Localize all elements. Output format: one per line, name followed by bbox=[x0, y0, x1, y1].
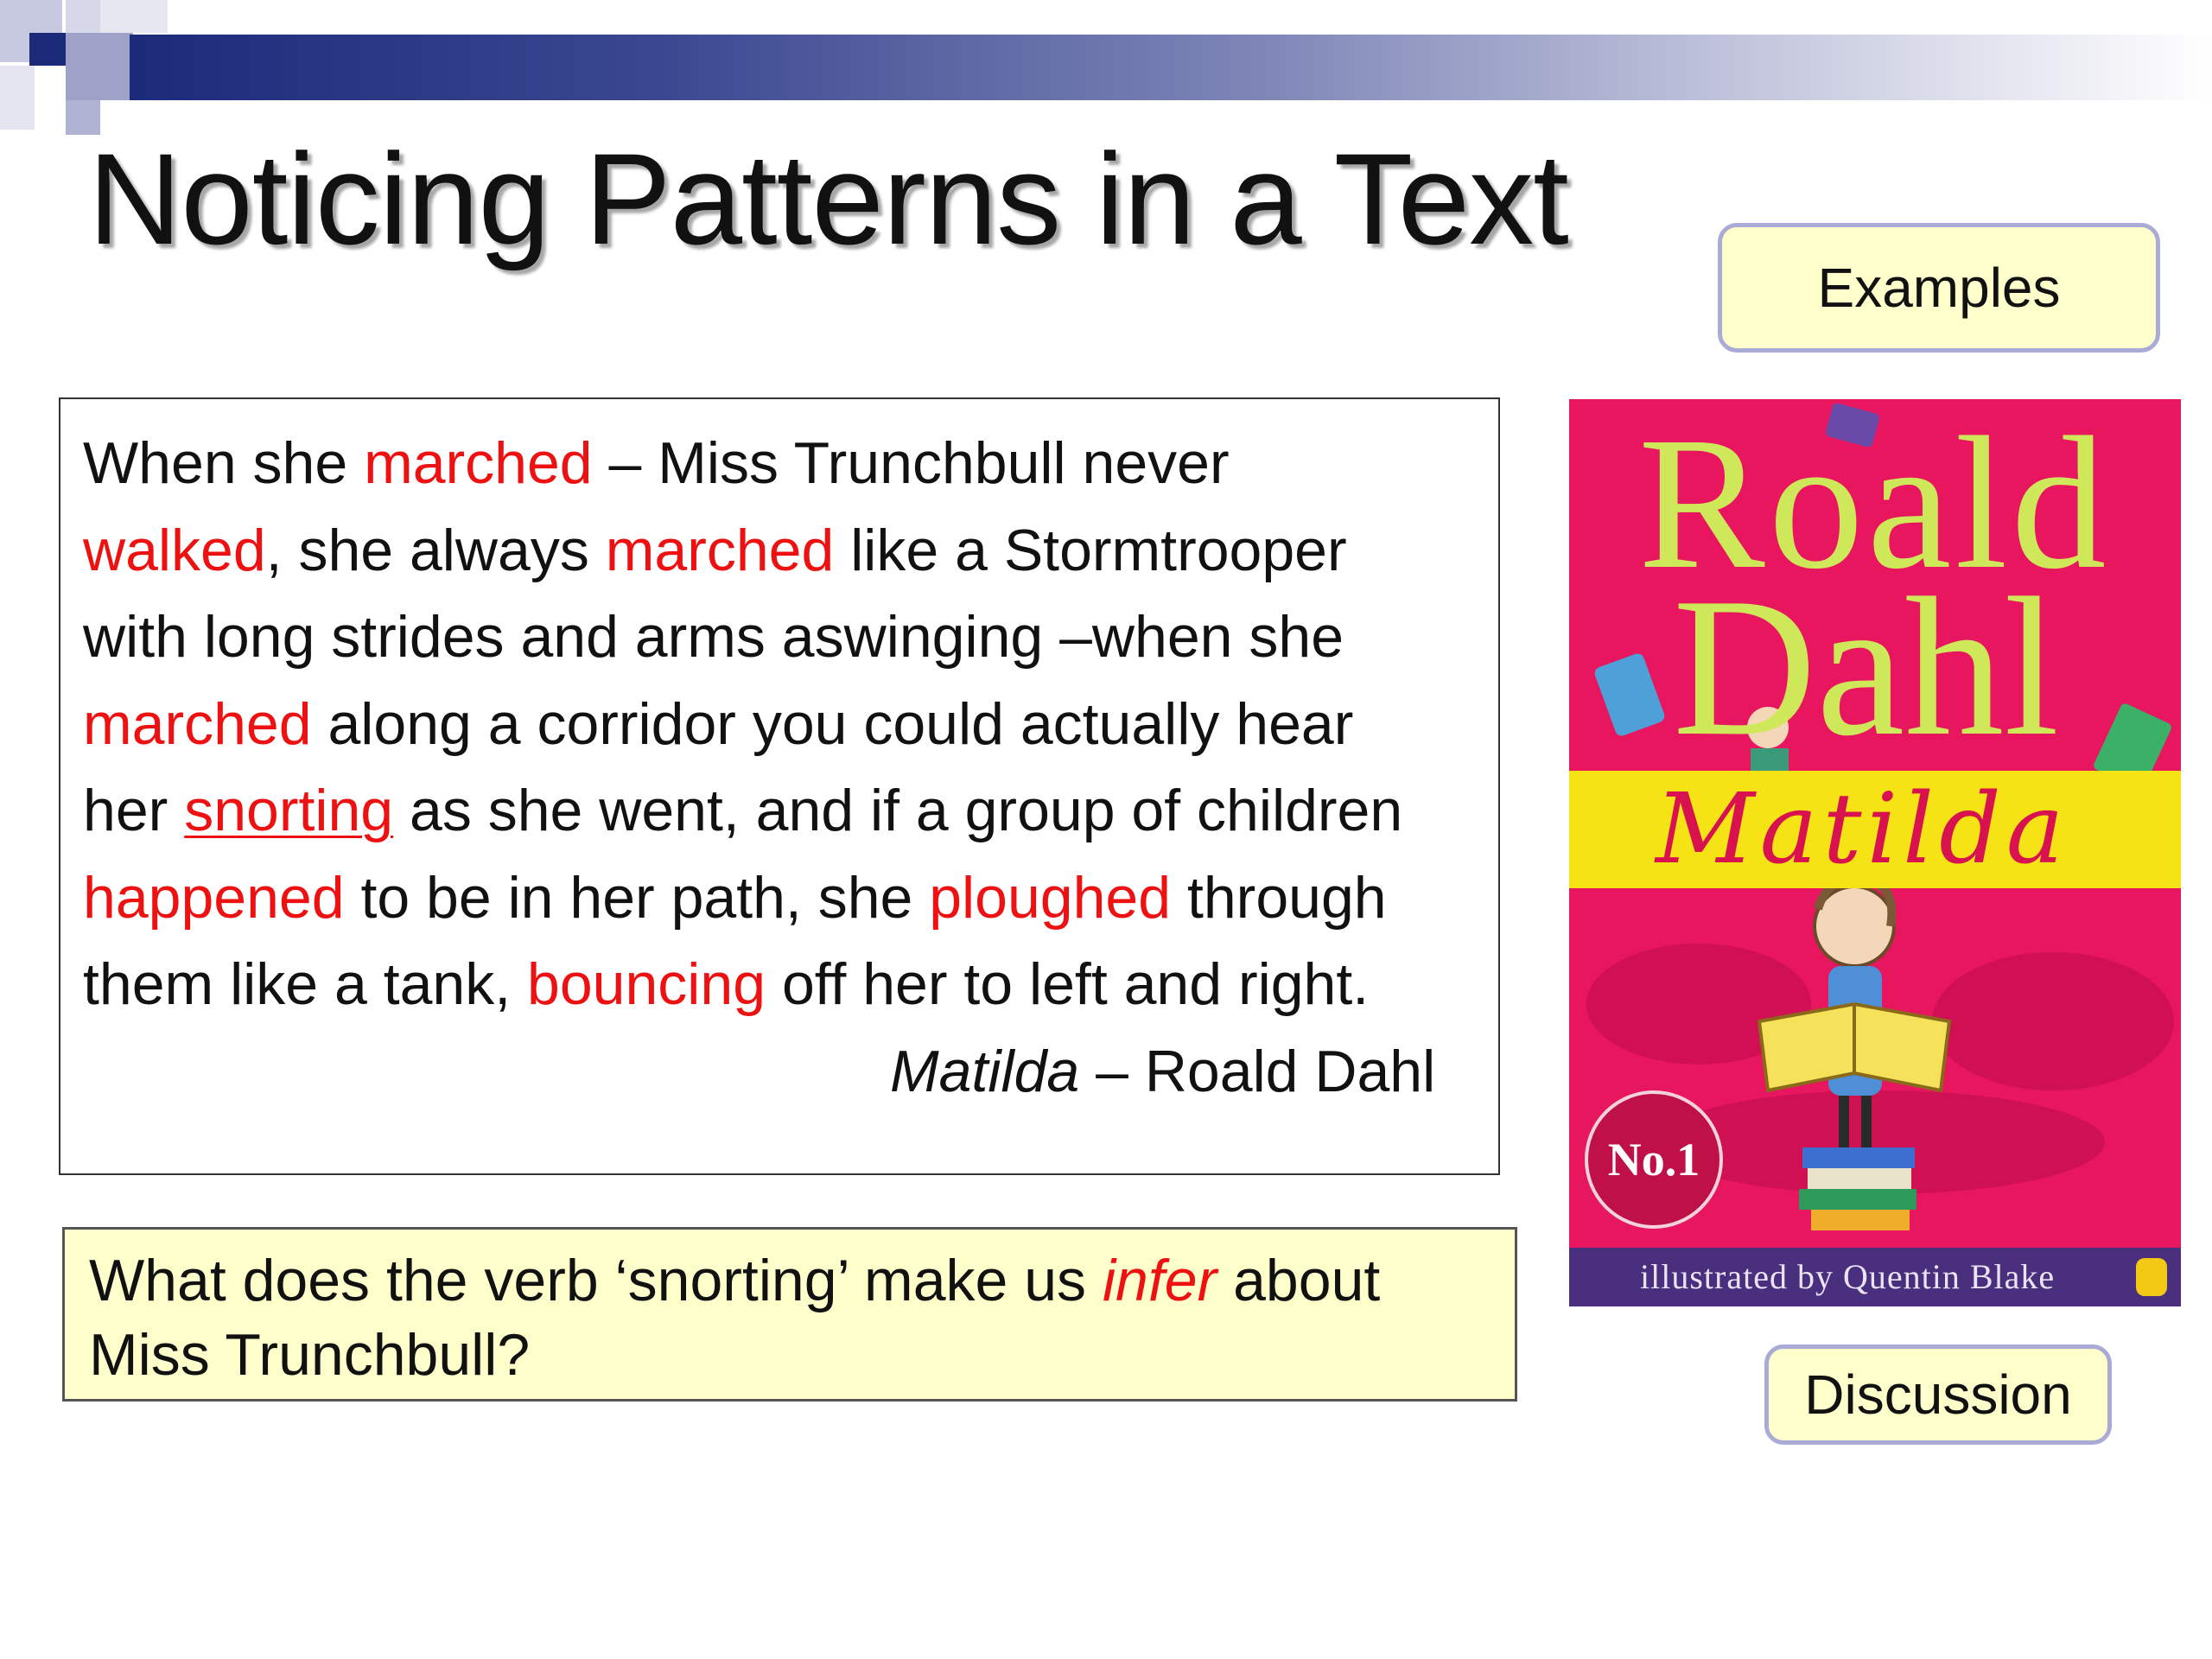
examples-button[interactable]: Examples bbox=[1718, 223, 2160, 353]
highlighted-verb: marched bbox=[83, 690, 312, 757]
question-text-after: about bbox=[1217, 1248, 1381, 1313]
highlighted-verb: marched bbox=[605, 517, 835, 583]
attribution-author: – Roald Dahl bbox=[1079, 1038, 1436, 1104]
decor-square bbox=[29, 33, 66, 66]
highlighted-verb: bouncing bbox=[527, 951, 766, 1017]
passage-text-segment: , she always bbox=[265, 517, 606, 583]
passage-text-segment: When she bbox=[83, 430, 365, 496]
passage-text-segment: like a Stormtrooper bbox=[834, 517, 1347, 583]
cover-book-title: Matilda bbox=[1656, 773, 2069, 886]
passage-text-segment: along a corridor you could actually hear bbox=[311, 690, 1354, 757]
passage-text-segment: her bbox=[83, 778, 185, 843]
passage-text-segment: off her to left and right. bbox=[766, 951, 1370, 1017]
cover-author-last-name: Dahl bbox=[1673, 556, 2060, 777]
passage-text-segment: them like a tank, bbox=[83, 951, 528, 1017]
passage-attribution: Matilda – Roald Dahl bbox=[83, 1028, 1474, 1115]
decor-square bbox=[100, 0, 168, 33]
passage-box: When she marched – Miss Trunchbull never… bbox=[59, 397, 1500, 1175]
header-gradient-band bbox=[130, 35, 2212, 100]
attribution-book-title: Matilda bbox=[890, 1038, 1080, 1104]
passage-text-segment: through bbox=[1171, 864, 1387, 931]
passage-text-segment: to be in her path, she bbox=[344, 864, 930, 931]
decor-square bbox=[0, 66, 35, 130]
decor-square bbox=[66, 0, 102, 33]
question-text-before: What does the verb ‘snorting’ make us bbox=[89, 1248, 1103, 1313]
question-emphasis: infer bbox=[1102, 1248, 1217, 1313]
highlighted-verb: walked bbox=[83, 517, 266, 583]
cover-illustrator-credit: illustrated by Quentin Blake bbox=[1640, 1257, 2056, 1296]
question-text-line2: Miss Trunchbull? bbox=[89, 1322, 531, 1388]
highlighted-verb-underlined: snorting bbox=[184, 778, 394, 843]
slide: Noticing Patterns in a Text Examples Whe… bbox=[0, 0, 2212, 1659]
book-cover-image: Roald Dahl Matilda No.1 illustrated by Q… bbox=[1569, 399, 2181, 1306]
passage-text-segment: as she went, and if a group of children bbox=[393, 778, 1403, 843]
slide-title: Noticing Patterns in a Text bbox=[88, 126, 1569, 271]
publisher-logo-icon bbox=[2136, 1258, 2167, 1296]
passage-text-segment: with long strides and arms aswinging –wh… bbox=[83, 604, 1344, 670]
cover-badge: No.1 bbox=[1585, 1090, 1723, 1229]
highlighted-verb: happened bbox=[83, 864, 345, 931]
discussion-button[interactable]: Discussion bbox=[1764, 1344, 2112, 1445]
highlighted-verb: ploughed bbox=[929, 864, 1172, 931]
passage-text-segment: – Miss Trunchbull never bbox=[592, 430, 1230, 496]
question-box: What does the verb ‘snorting’ make us in… bbox=[62, 1227, 1517, 1402]
highlighted-verb: marched bbox=[364, 430, 593, 496]
passage-text: When she marched – Miss Trunchbull never… bbox=[83, 420, 1474, 1028]
decor-square bbox=[66, 33, 133, 100]
